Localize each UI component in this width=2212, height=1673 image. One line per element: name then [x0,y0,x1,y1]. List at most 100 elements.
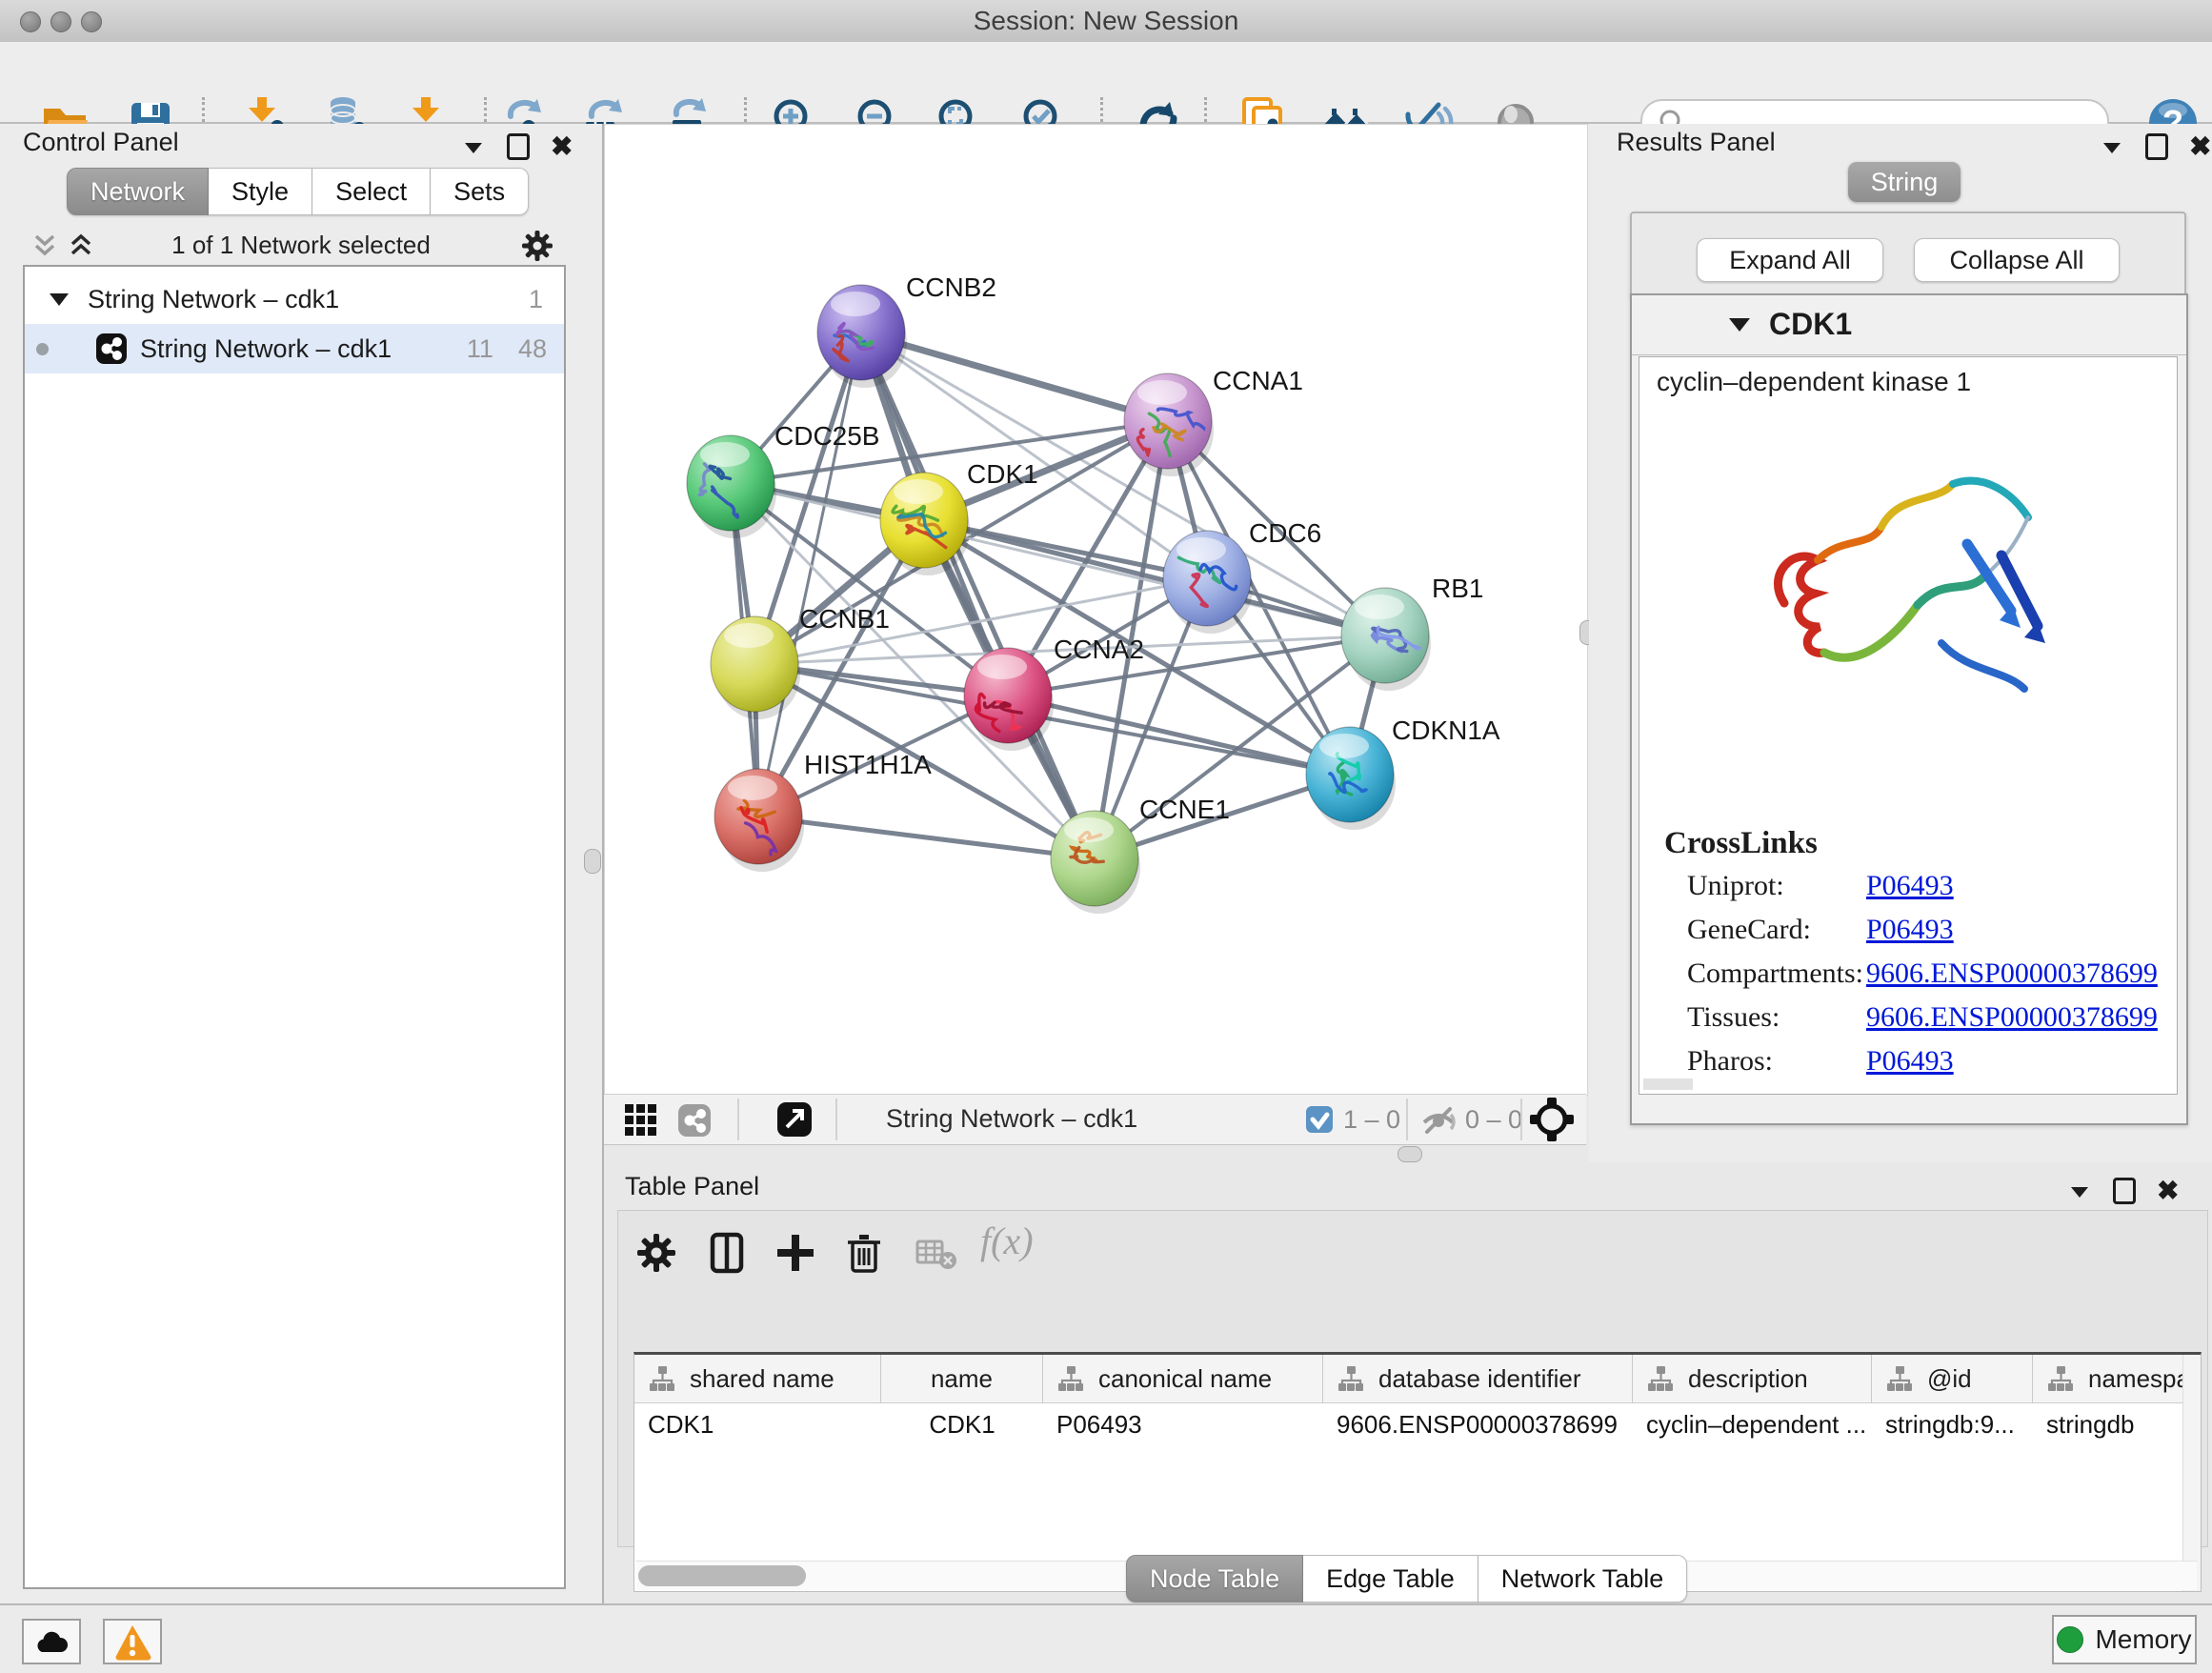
crosslink-link[interactable]: P06493 [1866,870,1954,902]
table-row[interactable]: CDK1CDK1P064939606.ENSP00000378699cyclin… [634,1403,2202,1445]
column-header-name[interactable]: name [881,1355,1043,1402]
node-CCNE1[interactable]: CCNE1 [1051,795,1230,914]
create-column-plus-icon[interactable] [774,1232,816,1274]
tab-network[interactable]: Network [67,168,209,215]
memory-status-dot [2057,1626,2083,1653]
edge-CCNB2-HIST1H1A[interactable] [758,333,861,816]
tab-sets[interactable]: Sets [431,168,529,215]
node-RB1[interactable]: RB1 [1341,574,1483,691]
edge-CCNB2-CCNE1[interactable] [861,333,1095,858]
string-network-icon [94,332,129,366]
selected-checkbox[interactable] [1305,1105,1334,1139]
open-view-icon[interactable] [775,1100,814,1139]
cloud-button[interactable] [22,1619,81,1664]
crosslink-label: Pharos: [1687,1045,1773,1078]
left-splitter-grip[interactable] [584,849,601,874]
tab-edge-table[interactable]: Edge Table [1303,1555,1478,1602]
panel-menu-icon[interactable] [2067,1182,2092,1199]
node-label-CCNA1: CCNA1 [1213,366,1303,395]
cell-database-identifier[interactable]: 9606.ENSP00000378699 [1323,1403,1633,1445]
collection-label: String Network – cdk1 [88,285,339,314]
gene-expander-icon[interactable] [1727,314,1752,333]
panel-menu-icon[interactable] [2100,138,2124,155]
tab-select[interactable]: Select [312,168,431,215]
network-canvas[interactable]: CCNB2CCNA1CDC25BCDK1CDC6RB1CCNB1CCNA2CDK… [604,124,1588,1096]
node-HIST1H1A[interactable]: HIST1H1A [714,750,932,872]
node-CDK1[interactable]: CDK1 [880,459,1038,575]
collection-expander-icon[interactable] [48,290,70,309]
results-panel: Results Panel ✖ String Expand All Collap… [1589,124,2212,1162]
function-builder-icon-disabled: f(x) [980,1219,1034,1263]
vertical-scrollbar[interactable] [2182,1355,2201,1591]
crosslink-link[interactable]: P06493 [1866,1045,1954,1078]
network-row-selected[interactable]: String Network – cdk1 11 48 [25,324,564,373]
table-header-row: shared name namecanonical namedatabase id… [634,1355,2202,1403]
node-label-CCNE1: CCNE1 [1139,795,1230,824]
float-panel-icon[interactable] [2145,133,2168,160]
close-panel-icon[interactable]: ✖ [2189,136,2211,157]
node-CDC25B[interactable]: CDC25B [687,421,879,538]
edge-HIST1H1A-CCNE1[interactable] [758,816,1095,858]
column-header-database-identifier[interactable]: database identifier [1323,1355,1633,1402]
column-header-description[interactable]: description [1633,1355,1872,1402]
column-header-namespace[interactable]: namespace [2033,1355,2202,1402]
network-options-gear-icon[interactable] [520,229,554,263]
control-panel-tabs: NetworkStyleSelectSets [67,168,529,215]
network-thumbnail-icon[interactable] [676,1102,713,1139]
warning-button[interactable] [103,1619,162,1664]
column-header-@id[interactable]: @id [1872,1355,2033,1402]
collapse-all-button[interactable]: Collapse All [1914,238,2120,282]
delete-column-trash-icon[interactable] [843,1230,885,1274]
memory-label: Memory [2095,1624,2191,1655]
control-panel: Control Panel ✖ NetworkStyleSelectSets 1… [0,124,604,1603]
expand-all-button[interactable]: Expand All [1697,238,1883,282]
cell-namespace[interactable]: stringdb [2033,1403,2202,1445]
results-actions-box: Expand All Collapse All [1630,212,2186,297]
tab-network-table[interactable]: Network Table [1478,1555,1688,1602]
node-CCNA1[interactable]: CCNA1 [1124,366,1303,476]
crosslink-link[interactable]: 9606.ENSP00000378699 [1866,957,2158,990]
network-edge-count: 48 [518,334,547,364]
column-label: description [1688,1364,1808,1394]
show-columns-icon[interactable] [706,1232,748,1274]
network-collection-row[interactable]: String Network – cdk1 1 [25,274,564,324]
shared-column-icon [2046,1364,2075,1393]
panel-menu-icon[interactable] [461,138,486,155]
cell-shared-name[interactable]: CDK1 [634,1403,881,1445]
shared-column-icon [1646,1364,1675,1393]
fit-selected-crosshair-icon[interactable] [1530,1098,1574,1141]
cell-name[interactable]: CDK1 [881,1403,1043,1445]
gene-header-row[interactable]: CDK1 [1632,295,2186,355]
scrollbar-thumb[interactable] [638,1565,806,1586]
column-header-shared-name[interactable]: shared name [634,1355,881,1402]
column-label: shared name [690,1364,835,1394]
shared-column-icon [1885,1364,1914,1393]
network-selection-row: 1 of 1 Network selected [0,225,602,267]
crosslink-link[interactable]: P06493 [1866,914,1954,946]
close-panel-icon[interactable]: ✖ [551,136,573,157]
grid-view-icon[interactable] [623,1102,659,1139]
edge-CCNA2-CDKN1A[interactable] [1008,695,1350,775]
table-settings-gear-icon[interactable] [635,1232,677,1274]
memory-button[interactable]: Memory [2052,1615,2197,1664]
table-panel: Table Panel ✖ f(x) shared na [610,1160,2212,1603]
tab-style[interactable]: Style [209,168,312,215]
node-CDKN1A[interactable]: CDKN1A [1306,716,1500,830]
edge-CCNB2-CCNA1[interactable] [861,333,1168,421]
crosslink-link[interactable]: 9606.ENSP00000378699 [1866,1001,2158,1034]
column-header-canonical-name[interactable]: canonical name [1043,1355,1323,1402]
cell-canonical-name[interactable]: P06493 [1043,1403,1323,1445]
table-toolbar: f(x) shared name namecanonical namedataba… [617,1210,2208,1547]
close-panel-icon[interactable]: ✖ [2157,1180,2179,1201]
main-toolbar: ? [0,42,2212,124]
float-panel-icon[interactable] [2113,1178,2136,1204]
tab-node-table[interactable]: Node Table [1126,1555,1303,1602]
node-CCNB2[interactable]: CCNB2 [817,272,996,388]
float-panel-icon[interactable] [507,133,530,160]
edge-layer [731,333,1385,858]
protein-structure-image [1727,403,2089,765]
cell-description[interactable]: cyclin–dependent ... [1633,1403,1872,1445]
cell-@id[interactable]: stringdb:9... [1872,1403,2033,1445]
tab-string[interactable]: String [1848,162,1961,202]
network-label: String Network – cdk1 [140,334,392,364]
